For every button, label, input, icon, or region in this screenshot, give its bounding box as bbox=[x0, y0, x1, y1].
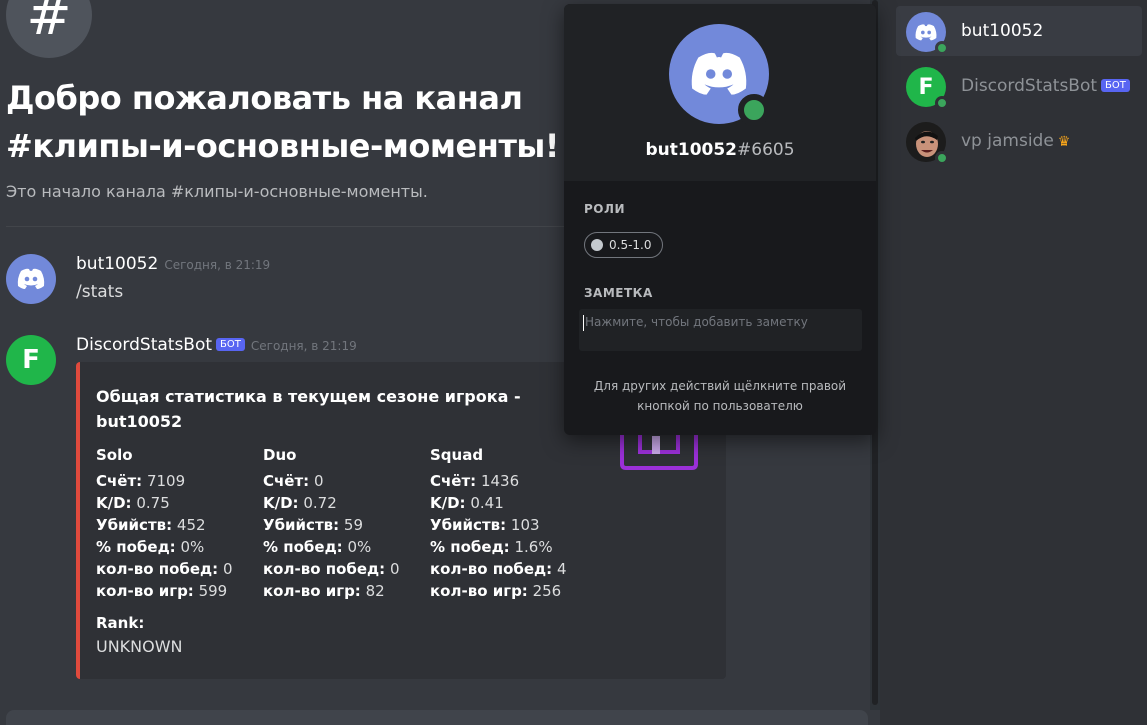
stat-row: Убийств: 452 bbox=[96, 516, 206, 534]
rank-label: Rank: bbox=[96, 614, 145, 632]
role-pill[interactable]: 0.5-1.0 bbox=[584, 232, 663, 258]
popout-hint: Для других действий щёлкните правой кноп… bbox=[593, 379, 847, 413]
discord-window: # Добро пожаловать на канал #клипы-и-осн… bbox=[0, 0, 1147, 725]
member-avatar bbox=[906, 12, 949, 55]
rank-value: UNKNOWN bbox=[96, 637, 183, 656]
column-title: Duo bbox=[263, 446, 297, 464]
stats-column-duo: Duo Счёт: 0 K/D: 0.72 Убийств: 59 % побе… bbox=[263, 446, 433, 602]
message-header: but10052 Сегодня, в 21:19 bbox=[76, 254, 270, 274]
channel-welcome-subtitle: Это начало канала #клипы-и-основные-моме… bbox=[6, 182, 428, 201]
text-caret bbox=[583, 315, 584, 331]
online-status-icon bbox=[935, 96, 949, 110]
message-author[interactable]: but10052 bbox=[76, 254, 158, 274]
channel-welcome-title: Добро пожаловать на канал #клипы-и-основ… bbox=[6, 79, 559, 165]
member-list: but10052 F DiscordStatsBot БОТ vp jamside… bbox=[880, 0, 1147, 725]
member-item-but10052[interactable]: but10052 bbox=[896, 6, 1142, 56]
stat-row: кол-во побед: 4 bbox=[430, 560, 567, 578]
popout-username: but10052#6605 bbox=[645, 140, 795, 160]
stat-row: кол-во игр: 599 bbox=[96, 582, 228, 600]
message-timestamp: Сегодня, в 21:19 bbox=[164, 258, 271, 272]
stat-row: K/D: 0.41 bbox=[430, 494, 504, 512]
crown-icon: ♛ bbox=[1057, 134, 1071, 150]
message-composer[interactable] bbox=[6, 710, 868, 725]
roles-heading: РОЛИ bbox=[584, 202, 626, 216]
member-name: vp jamside ♛ bbox=[961, 131, 1071, 151]
online-status-icon bbox=[738, 94, 770, 126]
role-name: 0.5-1.0 bbox=[609, 238, 652, 252]
stat-row: Счёт: 0 bbox=[263, 472, 324, 490]
stat-row: % побед: 1.6% bbox=[430, 538, 553, 556]
role-color-dot bbox=[591, 239, 603, 251]
column-title: Solo bbox=[96, 446, 133, 464]
stat-row: % побед: 0% bbox=[96, 538, 205, 556]
column-title: Squad bbox=[430, 446, 484, 464]
stats-column-solo: Solo Счёт: 7109 K/D: 0.75 Убийств: 452 %… bbox=[96, 446, 266, 602]
stat-row: K/D: 0.72 bbox=[263, 494, 337, 512]
stat-row: кол-во побед: 0 bbox=[96, 560, 233, 578]
stat-row: % побед: 0% bbox=[263, 538, 372, 556]
message: but10052 Сегодня, в 21:19 /stats bbox=[6, 254, 566, 314]
stat-row: Убийств: 103 bbox=[430, 516, 540, 534]
note-heading: ЗАМЕТКА bbox=[584, 286, 653, 300]
member-name: DiscordStatsBot БОТ bbox=[961, 76, 1130, 96]
stat-row: кол-во игр: 256 bbox=[430, 582, 562, 600]
embed-title: Общая статистика в текущем сезоне игрока… bbox=[96, 387, 521, 431]
stats-column-squad: Squad Счёт: 1436 K/D: 0.41 Убийств: 103 … bbox=[430, 446, 600, 602]
stat-row: Счёт: 1436 bbox=[430, 472, 520, 490]
stat-row: Счёт: 7109 bbox=[96, 472, 186, 490]
bot-badge: БОТ bbox=[216, 338, 245, 351]
member-avatar bbox=[906, 122, 949, 165]
bot-badge: БОТ bbox=[1101, 79, 1130, 92]
stat-row: кол-во побед: 0 bbox=[263, 560, 400, 578]
online-status-icon bbox=[935, 41, 949, 55]
fortnite-f-icon: F bbox=[906, 67, 949, 110]
user-avatar[interactable] bbox=[6, 254, 56, 304]
popout-header: but10052#6605 bbox=[564, 4, 876, 181]
discord-logo-icon bbox=[915, 23, 937, 40]
message-timestamp: Сегодня, в 21:19 bbox=[250, 339, 357, 353]
stat-row: K/D: 0.75 bbox=[96, 494, 170, 512]
member-name: but10052 bbox=[961, 21, 1044, 41]
divider bbox=[6, 226, 566, 227]
message-author[interactable]: DiscordStatsBot bbox=[76, 335, 212, 355]
message-text: /stats bbox=[76, 282, 124, 302]
member-item-vp-jamside[interactable]: vp jamside ♛ bbox=[896, 116, 1142, 166]
note-input[interactable] bbox=[579, 309, 862, 351]
discord-logo-icon bbox=[691, 52, 747, 95]
message-header: DiscordStatsBot БОТ Сегодня, в 21:19 bbox=[76, 335, 357, 355]
stat-row: Убийств: 59 bbox=[263, 516, 364, 534]
stat-row: кол-во игр: 82 bbox=[263, 582, 385, 600]
member-item-discordstatsbot[interactable]: F DiscordStatsBot БОТ bbox=[896, 61, 1142, 111]
fortnite-f-icon[interactable]: F bbox=[6, 335, 56, 385]
online-status-icon bbox=[935, 151, 949, 165]
channel-hash-icon: # bbox=[6, 0, 92, 58]
user-profile-popout: but10052#6605 РОЛИ 0.5-1.0 ЗАМЕТКА Для д… bbox=[564, 4, 876, 435]
discord-logo-icon bbox=[17, 268, 45, 289]
